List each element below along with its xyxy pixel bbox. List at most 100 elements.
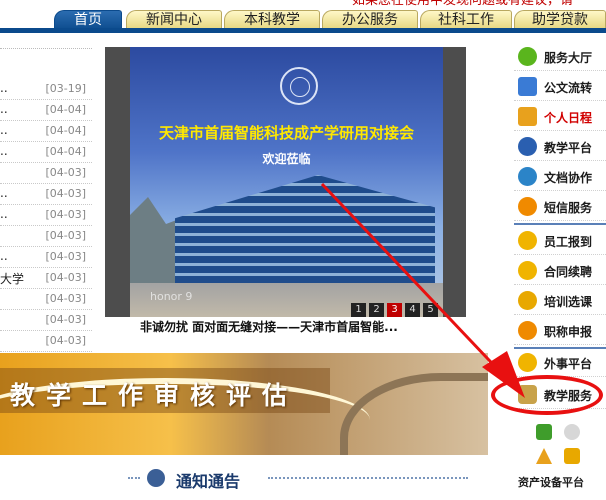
schedule-icon: [518, 107, 537, 126]
sidebar-item-label: 短信服务: [544, 201, 593, 215]
sidebar-item-personal-schedule[interactable]: 个人日程: [514, 103, 606, 131]
news-date: [04-03]: [45, 334, 86, 347]
news-row[interactable]: [04-03]: [0, 288, 92, 310]
slide-page-button[interactable]: 5: [423, 303, 438, 317]
notice-title[interactable]: 通知通告: [176, 468, 240, 492]
news-row[interactable]: [04-03]: [0, 225, 92, 247]
main-navigation: 首页 新闻中心 本科教学 办公服务 社科工作 助学贷款: [0, 8, 606, 33]
green-leaf-icon: [536, 424, 552, 440]
tab-student-loan[interactable]: 助学贷款: [514, 10, 606, 29]
notice-section-header: 通知通告: [128, 463, 468, 493]
news-date: [04-03]: [45, 313, 86, 326]
sidebar-item-label: 文档协作: [544, 171, 593, 185]
news-row[interactable]: .. [04-03]: [0, 246, 92, 268]
news-row[interactable]: [04-03]: [0, 309, 92, 331]
news-row[interactable]: .. [04-03]: [0, 204, 92, 226]
scrolling-notice: 如果您在使用中发现问题或有建议，请: [352, 0, 574, 8]
slide-page-button[interactable]: 1: [351, 303, 366, 317]
news-title[interactable]: ..: [0, 144, 8, 158]
sidebar-item-label: 教学平台: [544, 141, 593, 155]
slideshow-caption[interactable]: 非诚勿扰 面对面无缝对接——天津市首届智能...: [140, 318, 398, 335]
tab-undergraduate-teaching[interactable]: 本科教学: [224, 10, 320, 29]
school-badge-icon: [147, 469, 165, 487]
news-date: [04-03]: [45, 229, 86, 242]
sidebar-divider: [514, 223, 606, 225]
sidebar-item-label: 合同续聘: [544, 265, 593, 279]
divider: [128, 477, 140, 479]
document-flow-icon: [518, 77, 537, 96]
news-row[interactable]: .. [04-03]: [0, 183, 92, 205]
slideshow-banner-title: 天津市首届智能科技成产学研用对接会: [158, 124, 414, 142]
slide-page-button[interactable]: 4: [405, 303, 420, 317]
news-title[interactable]: ..: [0, 81, 8, 95]
news-row[interactable]: [04-03]: [0, 330, 92, 352]
slideshow-image[interactable]: 天津市首届智能科技成产学研用对接会 欢迎莅临 honor 9: [130, 47, 443, 317]
news-row[interactable]: 大学 [04-03]: [0, 267, 92, 289]
nav-underline: [0, 28, 606, 33]
sidebar-item-training-course[interactable]: 培训选课: [514, 287, 606, 315]
title-apply-icon: [518, 321, 537, 340]
news-list: .. [03-19] .. [04-04] .. [04-04] .. [04-04] …: [0, 34, 97, 352]
sidebar-item-staff-checkin[interactable]: 员工报到: [514, 227, 606, 255]
collaboration-icon: [518, 167, 537, 186]
slide-page-button[interactable]: 2: [369, 303, 384, 317]
news-title[interactable]: 大学: [0, 270, 24, 287]
sidebar-item-doc-collaboration[interactable]: 文档协作: [514, 163, 606, 191]
triangle-icon: [536, 448, 552, 464]
banner-title: 教学工作审核评估: [10, 381, 299, 410]
news-title[interactable]: ..: [0, 102, 8, 116]
teaching-evaluation-banner[interactable]: 教学工作审核评估: [0, 353, 488, 455]
news-row[interactable]: .. [04-04]: [0, 99, 92, 121]
news-title[interactable]: ..: [0, 123, 8, 137]
sidebar-item-label: 职称申报: [544, 325, 593, 339]
slideshow-banner-subtitle: 欢迎莅临: [262, 152, 311, 166]
news-row[interactable]: .. [03-19]: [0, 78, 92, 100]
training-icon: [518, 291, 537, 310]
asset-platform-icons[interactable]: [530, 420, 592, 470]
sidebar-item-label: 个人日程: [544, 111, 593, 125]
teaching-platform-icon: [518, 137, 537, 156]
news-date: [04-03]: [45, 166, 86, 179]
tab-office-service[interactable]: 办公服务: [322, 10, 418, 29]
building-shape: [175, 175, 435, 283]
sms-icon: [518, 197, 537, 216]
foreign-affairs-icon: [518, 353, 537, 372]
news-date: [04-03]: [45, 292, 86, 305]
news-date: [04-04]: [45, 103, 86, 116]
slideshow[interactable]: 天津市首届智能科技成产学研用对接会 欢迎莅临 honor 9 1 2 3 4 5: [105, 47, 466, 317]
sidebar-item-service-hall[interactable]: 服务大厅: [514, 43, 606, 71]
sidebar-item-sms-service[interactable]: 短信服务: [514, 193, 606, 221]
news-date: [04-04]: [45, 124, 86, 137]
tab-social-science[interactable]: 社科工作: [420, 10, 512, 29]
news-date: [04-03]: [45, 208, 86, 221]
staff-checkin-icon: [518, 231, 537, 250]
news-row[interactable]: .. [04-04]: [0, 120, 92, 142]
sidebar-item-contract-renewal[interactable]: 合同续聘: [514, 257, 606, 285]
slide-page-button-active[interactable]: 3: [387, 303, 402, 317]
asset-platform-label[interactable]: 资产设备平台: [518, 474, 584, 490]
news-row[interactable]: .. [04-04]: [0, 141, 92, 163]
sidebar-item-foreign-affairs[interactable]: 外事平台: [514, 349, 606, 377]
contract-icon: [518, 261, 537, 280]
news-title[interactable]: ..: [0, 186, 8, 200]
sidebar-item-title-application[interactable]: 职称申报: [514, 317, 606, 345]
annotation-highlight-oval: [491, 375, 603, 415]
photo-watermark: honor 9: [150, 290, 193, 303]
news-date: [03-19]: [45, 82, 86, 95]
sidebar-item-label: 培训选课: [544, 295, 593, 309]
news-date: [04-03]: [45, 271, 86, 284]
divider: [268, 477, 468, 479]
news-header-line: [0, 48, 92, 49]
sidebar-item-label: 公文流转: [544, 81, 593, 95]
sidebar-item-document-flow[interactable]: 公文流转: [514, 73, 606, 101]
news-row[interactable]: [04-03]: [0, 162, 92, 184]
sidebar-item-label: 服务大厅: [544, 51, 593, 65]
news-date: [04-03]: [45, 250, 86, 263]
news-title[interactable]: ..: [0, 249, 8, 263]
sidebar-item-teaching-platform[interactable]: 教学平台: [514, 133, 606, 161]
sidebar-item-label: 员工报到: [544, 235, 593, 249]
box-icon: [564, 448, 580, 464]
tab-news-center[interactable]: 新闻中心: [126, 10, 222, 29]
news-title[interactable]: ..: [0, 207, 8, 221]
banner-architecture: [340, 373, 488, 455]
